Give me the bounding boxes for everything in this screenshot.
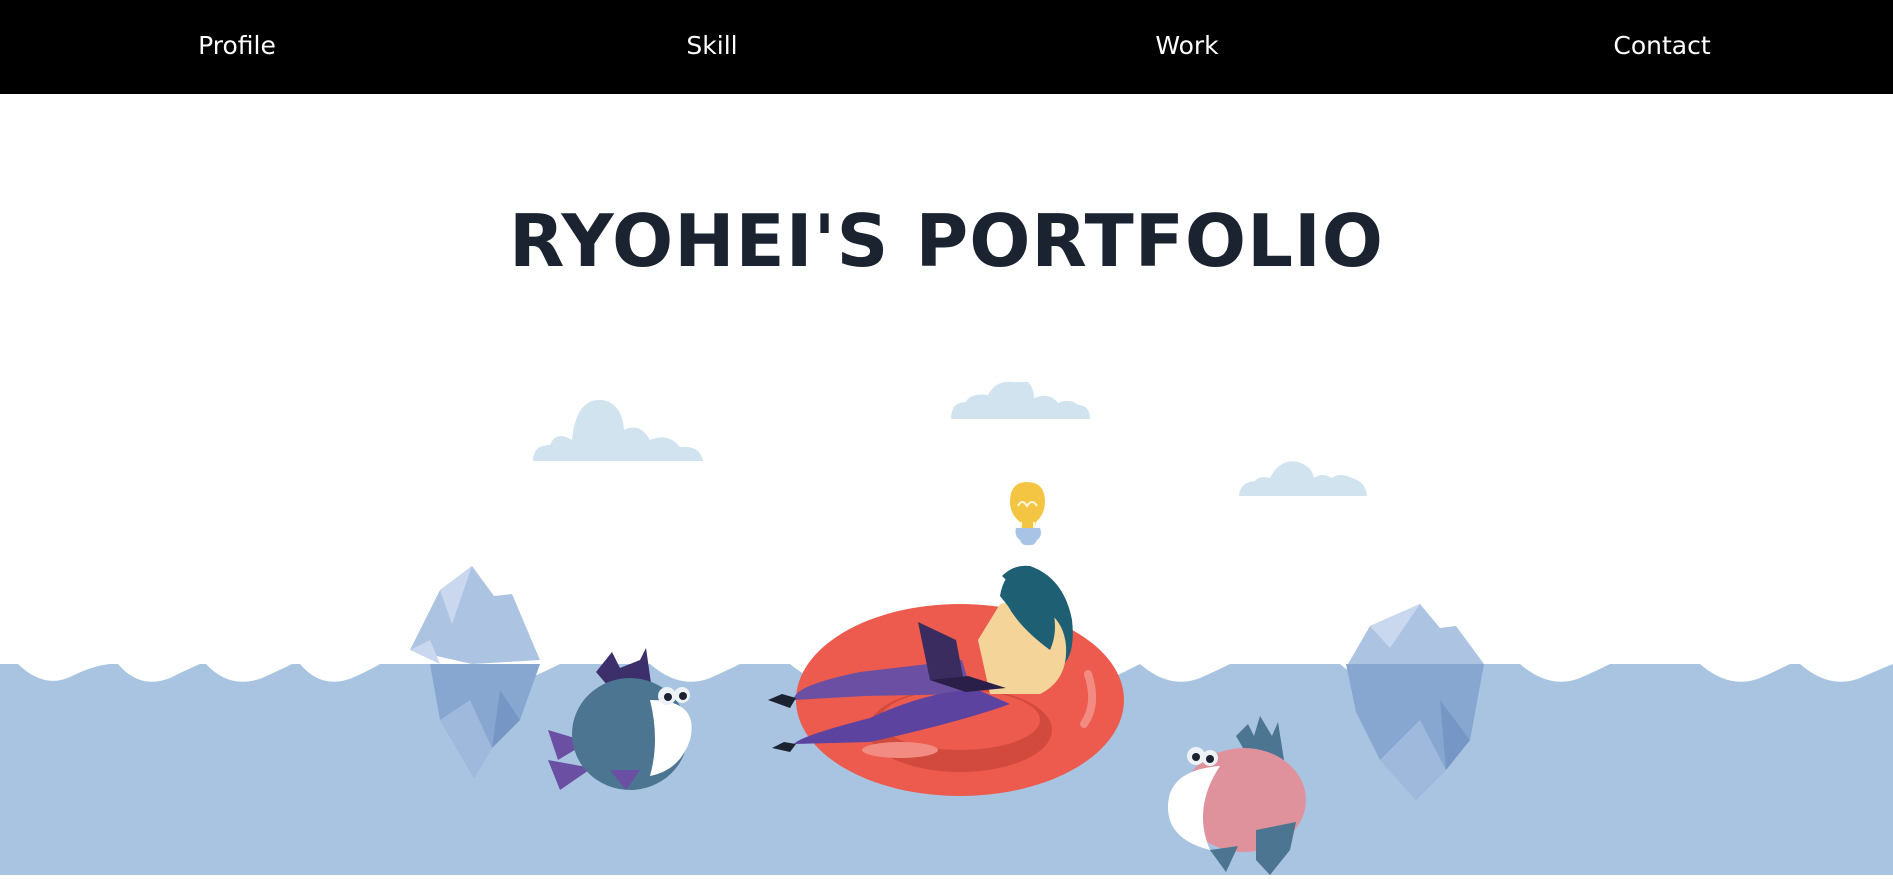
nav-link-skill[interactable]: Skill: [592, 0, 832, 94]
hero-illustration-svg: [0, 381, 1893, 875]
top-nav: Profile Skill Work Contact: [0, 0, 1893, 94]
cloud-icon: [1239, 461, 1367, 496]
nav-link-work[interactable]: Work: [1067, 0, 1307, 94]
nav-link-profile[interactable]: Profile: [117, 0, 357, 94]
light-bulb-icon: [1010, 482, 1045, 546]
cloud-icon: [951, 381, 1090, 419]
page-title: RYOHEI'S PORTFOLIO: [508, 199, 1385, 283]
hero-illustration: [0, 360, 1893, 875]
cloud-icon: [533, 399, 703, 461]
nav-link-contact[interactable]: Contact: [1542, 0, 1782, 94]
